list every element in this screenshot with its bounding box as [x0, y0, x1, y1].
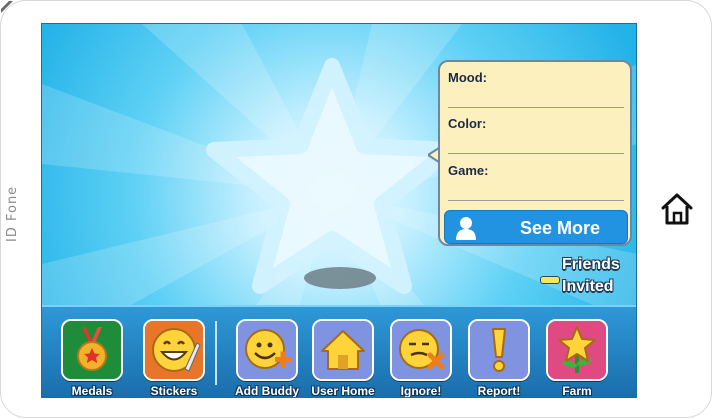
house-icon [314, 321, 372, 379]
avatar-shadow [304, 267, 376, 289]
toolbar-divider [215, 321, 217, 385]
farm-button[interactable] [546, 319, 608, 381]
medal-icon [63, 321, 121, 379]
user-home-button[interactable] [312, 319, 374, 381]
medals-label: Medals [71, 384, 113, 398]
smiley-sticker-icon [145, 321, 203, 379]
ignore-button[interactable] [390, 319, 452, 381]
friends-invited-status: Friends Invited [540, 256, 634, 302]
status-dash [540, 276, 560, 284]
device-frame: ID Fone Mood: Color: Game: See More Frie… [0, 0, 712, 418]
brand-label: ID Fone [5, 185, 20, 243]
add-buddy-label: Add Buddy [235, 384, 299, 398]
user-home-label: User Home [311, 384, 375, 398]
person-icon [456, 217, 476, 240]
color-label: Color: [448, 116, 487, 131]
app-screen: Mood: Color: Game: See More Friends Invi… [41, 23, 637, 398]
corner-mark-icon [1, 1, 13, 13]
report-label: Report! [477, 384, 521, 398]
ignore-icon [392, 321, 450, 379]
game-label: Game: [448, 163, 489, 178]
report-button[interactable] [468, 319, 530, 381]
mood-field: Mood: [448, 66, 624, 112]
ignore-label: Ignore! [400, 384, 442, 398]
see-more-button[interactable]: See More [444, 210, 628, 244]
exclamation-icon [470, 321, 528, 379]
home-icon[interactable] [658, 190, 696, 228]
color-field: Color: [448, 112, 624, 158]
mood-underline [448, 107, 624, 108]
mood-label: Mood: [448, 70, 487, 85]
friends-label: Friends [562, 256, 620, 273]
stickers-button[interactable] [143, 319, 205, 381]
stickers-label: Stickers [150, 384, 198, 398]
medals-button[interactable] [61, 319, 123, 381]
invited-label: Invited [562, 278, 614, 295]
see-more-label: See More [519, 218, 601, 238]
game-field: Game: [448, 159, 624, 205]
add-buddy-button[interactable] [236, 319, 298, 381]
add-buddy-icon [238, 321, 296, 379]
profile-card: Mood: Color: Game: See More [438, 60, 632, 246]
game-underline [448, 200, 624, 201]
farm-label: Farm [562, 384, 592, 398]
flower-icon [548, 321, 606, 379]
bottom-toolbar: Medals Stickers Add Buddy User Home Igno… [42, 305, 636, 398]
color-underline [448, 153, 624, 154]
